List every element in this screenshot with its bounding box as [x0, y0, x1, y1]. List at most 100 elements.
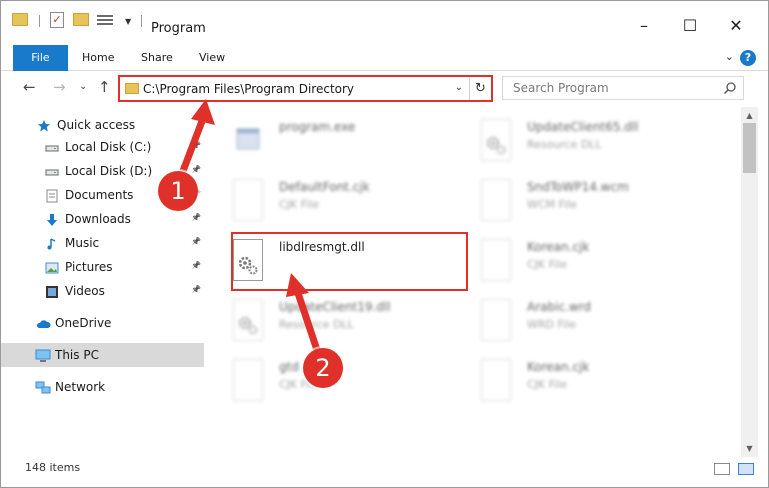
sidebar-item-label: Local Disk (C:) — [65, 140, 152, 154]
status-bar: 148 items — [1, 459, 768, 487]
new-folder-icon[interactable] — [73, 13, 89, 26]
exe-icon — [233, 119, 263, 161]
up-button[interactable]: ↑ — [98, 79, 111, 95]
sidebar-item-label: Documents — [65, 188, 134, 202]
properties-check-icon[interactable]: ✓ — [50, 12, 64, 28]
file-item[interactable]: UpdateClient19.dll Resource DLL — [209, 295, 449, 351]
separator — [141, 15, 142, 27]
explorer-window: ✓ ▼ Program – ☐ ✕ File Home Share View ⌄… — [0, 0, 769, 488]
customize-toolbar-icon[interactable]: ▼ — [125, 17, 131, 26]
dll-icon — [233, 299, 263, 341]
callout-1: 1 — [158, 171, 198, 211]
sidebar-item-label: Music — [65, 236, 100, 250]
file-type: CJK File — [279, 198, 320, 211]
network-icon — [35, 380, 51, 394]
pin-icon[interactable]: 📌 — [191, 165, 201, 174]
file-type: Resource DLL — [279, 318, 354, 331]
sidebar-item-videos[interactable]: Videos 📌 — [1, 279, 204, 303]
file-icon — [233, 179, 263, 221]
document-icon — [45, 188, 59, 203]
file-name: Korean.cjk — [527, 240, 590, 254]
file-item[interactable]: Korean.cjk CJK File — [457, 355, 697, 411]
close-button[interactable]: ✕ — [713, 13, 759, 39]
sidebar-item-quick-access[interactable]: Quick access — [1, 113, 204, 137]
file-type: Resource DLL — [527, 138, 602, 151]
sidebar-item-network[interactable]: Network — [1, 375, 204, 399]
file-item[interactable]: program.exe — [209, 115, 449, 171]
back-button[interactable]: ← — [23, 79, 36, 95]
callout-2: 2 — [303, 348, 343, 388]
tab-share[interactable]: Share — [141, 45, 173, 71]
sidebar-item-local-disk-c[interactable]: Local Disk (C:) 📌 — [1, 135, 204, 159]
file-item[interactable]: Arabic.wrd WRD File — [457, 295, 697, 351]
file-type: WCM File — [527, 198, 577, 211]
computer-icon — [35, 348, 51, 362]
sidebar-item-label: Downloads — [65, 212, 131, 226]
tab-view[interactable]: View — [199, 45, 225, 71]
address-bar[interactable]: C:\Program Files\Program Directory ⌄ ↻ — [118, 75, 493, 102]
folder-icon — [12, 13, 28, 26]
sidebar-item-label: Pictures — [65, 260, 113, 274]
file-type: CJK File — [527, 258, 568, 271]
highlight-box — [231, 232, 468, 291]
title-bar: ✓ ▼ Program – ☐ ✕ — [1, 1, 768, 41]
maximize-button[interactable]: ☐ — [667, 13, 713, 39]
properties-icon[interactable] — [97, 13, 113, 26]
sidebar-item-pictures[interactable]: Pictures 📌 — [1, 255, 204, 279]
item-count: 148 items — [25, 461, 81, 474]
search-input[interactable]: Search Program — [502, 76, 744, 100]
file-item[interactable]: DefaultFont.cjk CJK File — [209, 175, 449, 231]
address-path[interactable]: C:\Program Files\Program Directory — [143, 81, 354, 97]
large-icons-view-icon[interactable] — [738, 463, 754, 475]
search-placeholder: Search Program — [513, 81, 609, 95]
video-icon — [45, 284, 59, 298]
sidebar-item-onedrive[interactable]: OneDrive — [1, 311, 204, 335]
sidebar-item-music[interactable]: Music 📌 — [1, 231, 204, 255]
scroll-down-arrow[interactable]: ▼ — [741, 440, 758, 457]
file-item[interactable]: SndToWP14.wcm WCM File — [457, 175, 697, 231]
tab-file[interactable]: File — [13, 45, 68, 71]
drive-icon — [45, 140, 59, 154]
file-name: UpdateClient19.dll — [279, 300, 391, 314]
music-icon — [45, 236, 59, 250]
drive-icon — [45, 164, 59, 178]
file-name: UpdateClient65.dll — [527, 120, 639, 134]
ribbon-tabs: File Home Share View ⌄ ? — [1, 45, 768, 71]
pin-icon[interactable]: 📌 — [191, 285, 201, 294]
sidebar-item-label: Quick access — [57, 118, 136, 132]
file-icon — [233, 359, 263, 401]
chevron-down-icon[interactable]: ⌄ — [455, 82, 463, 93]
dll-icon — [481, 119, 511, 161]
folder-icon — [125, 83, 139, 94]
recent-locations-dropdown[interactable]: ⌄ — [79, 79, 87, 95]
search-icon[interactable] — [723, 81, 737, 95]
vertical-scrollbar[interactable]: ▲ ▼ — [741, 107, 758, 457]
star-icon — [37, 118, 51, 132]
scroll-thumb[interactable] — [743, 123, 756, 173]
file-name: Arabic.wrd — [527, 300, 592, 314]
file-icon — [481, 179, 511, 221]
separator — [39, 15, 40, 27]
pin-icon[interactable]: 📌 — [191, 261, 201, 270]
expand-ribbon-icon[interactable]: ⌄ — [725, 50, 734, 63]
sidebar-item-label: Local Disk (D:) — [65, 164, 153, 178]
sidebar-item-label: This PC — [55, 348, 99, 362]
file-name: SndToWP14.wcm — [527, 180, 629, 194]
forward-button[interactable]: → — [53, 79, 66, 95]
pin-icon[interactable]: 📌 — [191, 213, 201, 222]
file-type: WRD File — [527, 318, 576, 331]
sidebar-item-this-pc[interactable]: This PC — [1, 343, 204, 367]
scroll-up-arrow[interactable]: ▲ — [741, 107, 758, 124]
help-icon[interactable]: ? — [740, 50, 756, 66]
file-item[interactable]: UpdateClient65.dll Resource DLL — [457, 115, 697, 171]
file-name: gtd — [279, 360, 299, 374]
file-item[interactable]: Korean.cjk CJK File — [457, 235, 697, 291]
file-name: Korean.cjk — [527, 360, 590, 374]
pin-icon[interactable]: 📌 — [191, 141, 201, 150]
picture-icon — [45, 260, 59, 274]
refresh-button[interactable]: ↻ — [469, 77, 491, 100]
details-view-icon[interactable] — [714, 463, 730, 475]
pin-icon[interactable]: 📌 — [191, 237, 201, 246]
tab-home[interactable]: Home — [82, 45, 114, 71]
minimize-button[interactable]: – — [621, 13, 667, 39]
